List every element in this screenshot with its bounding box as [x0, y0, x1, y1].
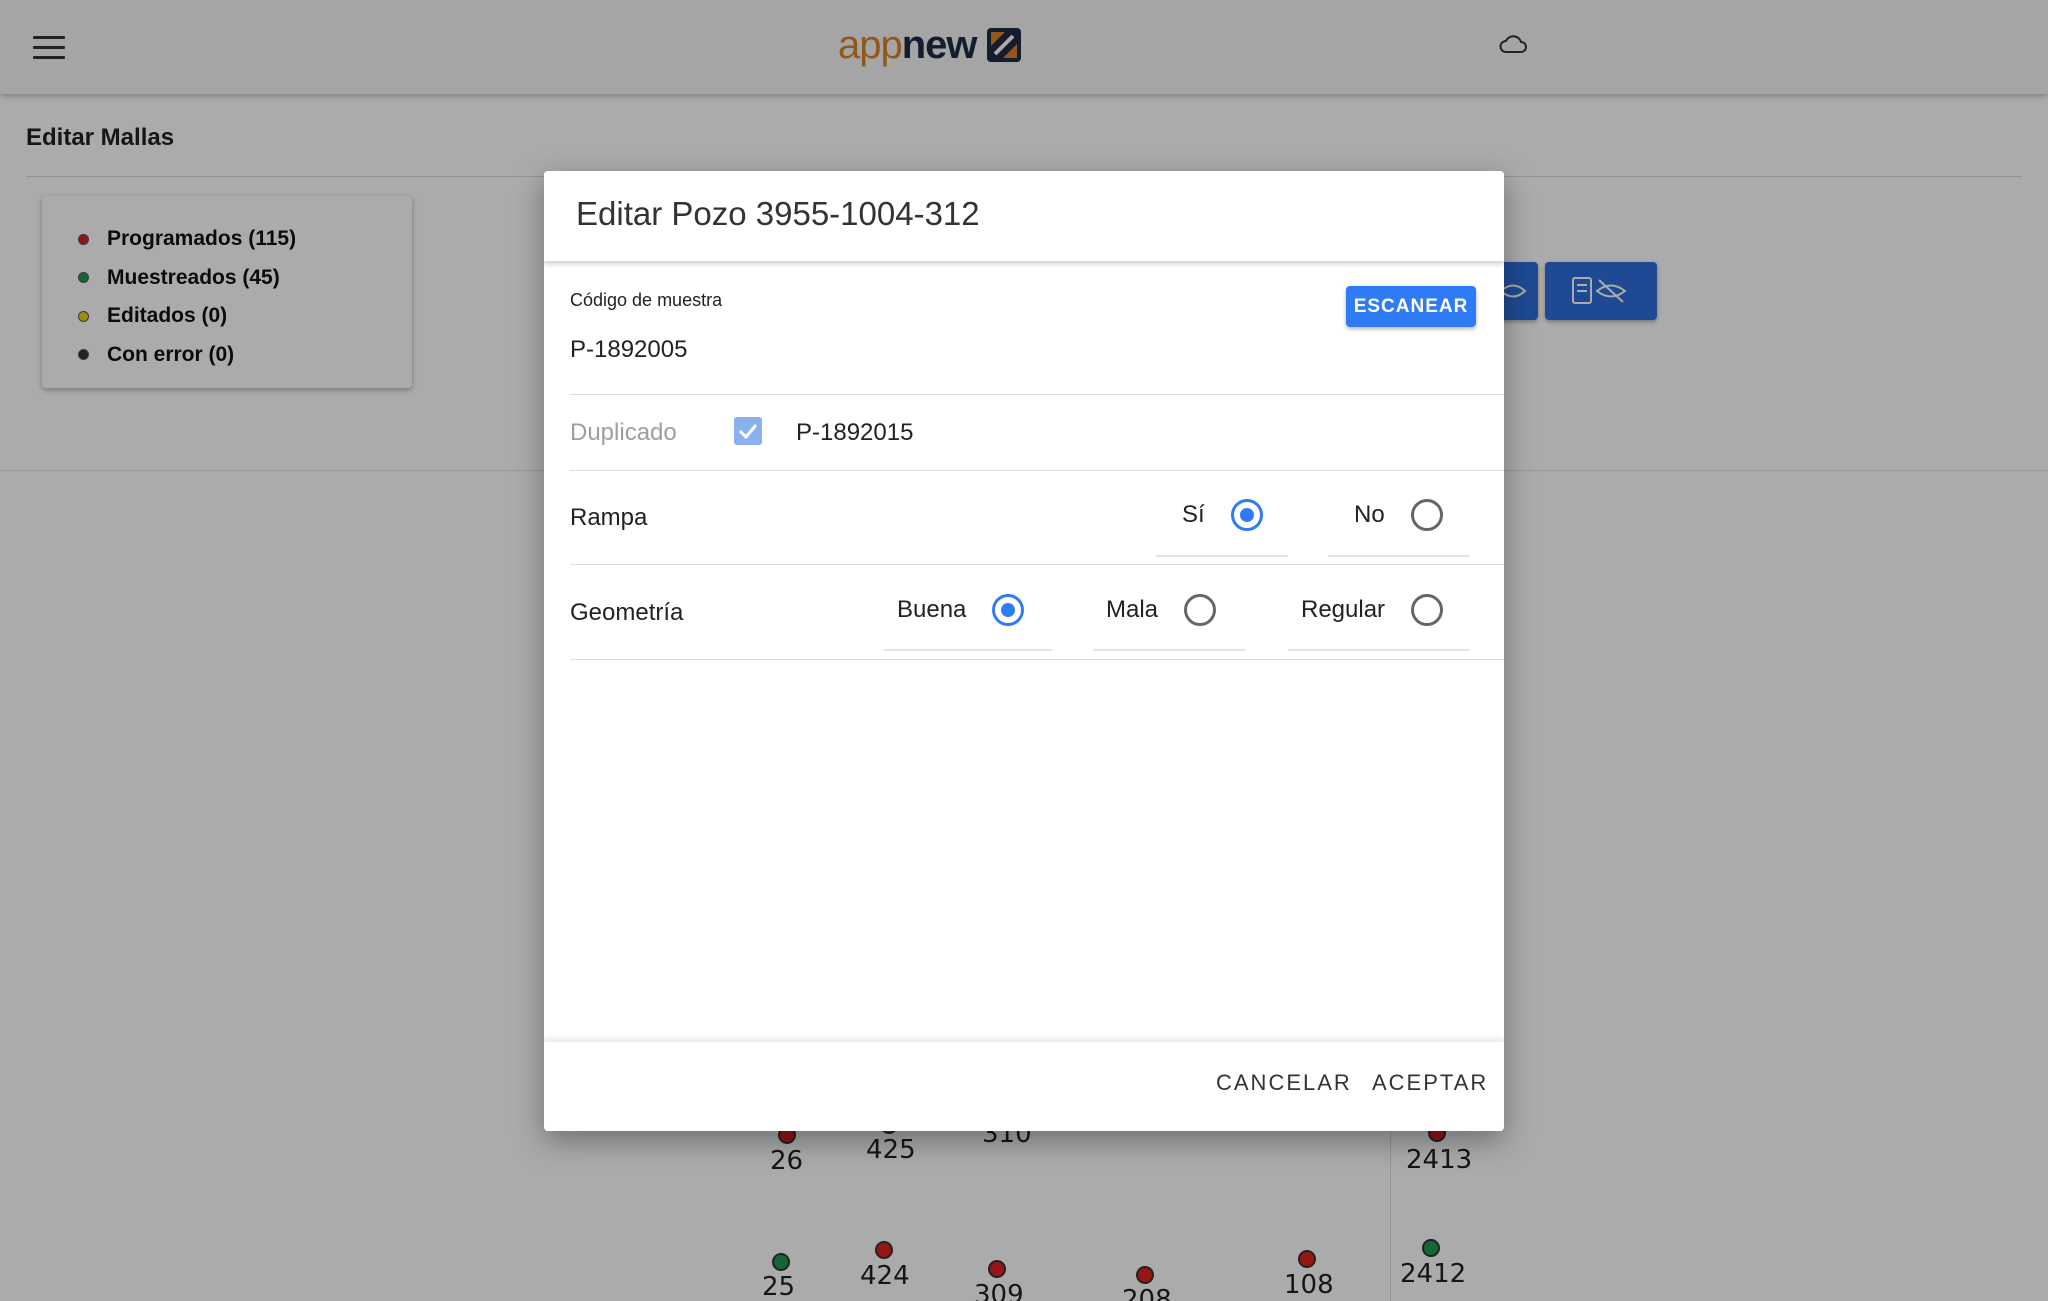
- ramp-no-underline: [1328, 555, 1470, 557]
- checkmark-icon: [738, 424, 758, 440]
- geometry-option-buena[interactable]: Buena: [897, 594, 1025, 626]
- geometry-option-label: Regular: [1301, 596, 1386, 623]
- accept-button[interactable]: ACEPTAR: [1372, 1070, 1488, 1096]
- ramp-label: Rampa: [570, 504, 648, 531]
- dialog-footer: CANCELAR ACEPTAR: [544, 1041, 1504, 1131]
- ramp-no-radio[interactable]: [1410, 499, 1443, 531]
- geometry-divider: [570, 659, 1504, 660]
- ramp-divider: [570, 564, 1504, 565]
- geometry-mala-radio[interactable]: [1184, 594, 1217, 626]
- edit-well-dialog: Editar Pozo 3955-1004-312 Código de mues…: [544, 171, 1504, 1131]
- ramp-option-label: Sí: [1182, 501, 1205, 528]
- duplicate-checkbox[interactable]: [734, 417, 762, 445]
- ramp-si-radio[interactable]: [1230, 499, 1263, 531]
- geometry-buena-radio[interactable]: [992, 594, 1025, 626]
- sample-code-input[interactable]: P-1892005: [570, 336, 687, 364]
- geometry-option-label: Mala: [1106, 596, 1159, 623]
- dialog-title: Editar Pozo 3955-1004-312: [576, 195, 980, 232]
- geometry-label: Geometría: [570, 599, 684, 626]
- geometry-buena-underline: [884, 649, 1052, 651]
- cancel-button[interactable]: CANCELAR: [1216, 1070, 1352, 1096]
- geometry-option-label: Buena: [897, 596, 967, 623]
- geometry-mala-underline: [1093, 649, 1245, 651]
- duplicate-divider: [570, 470, 1504, 471]
- ramp-si-underline: [1156, 555, 1288, 557]
- scan-button[interactable]: ESCANEAR: [1346, 286, 1476, 327]
- geometry-regular-underline: [1288, 649, 1470, 651]
- geometry-regular-radio[interactable]: [1411, 594, 1444, 626]
- geometry-option-regular[interactable]: Regular: [1301, 594, 1444, 626]
- ramp-option-si[interactable]: Sí: [1182, 499, 1263, 531]
- dialog-form: Código de muestra P-1892005 ESCANEAR Dup…: [544, 171, 1504, 1131]
- duplicate-code-value: P-1892015: [796, 419, 914, 446]
- dialog-header: Editar Pozo 3955-1004-312: [544, 171, 1504, 261]
- sample-code-label-text: Código de muestra: [570, 290, 723, 310]
- duplicate-label: Duplicado: [570, 419, 677, 446]
- ramp-option-label: No: [1354, 501, 1385, 528]
- geometry-option-mala[interactable]: Mala: [1106, 594, 1217, 626]
- ramp-option-no[interactable]: No: [1354, 499, 1443, 531]
- sample-code-underline: [570, 394, 1504, 395]
